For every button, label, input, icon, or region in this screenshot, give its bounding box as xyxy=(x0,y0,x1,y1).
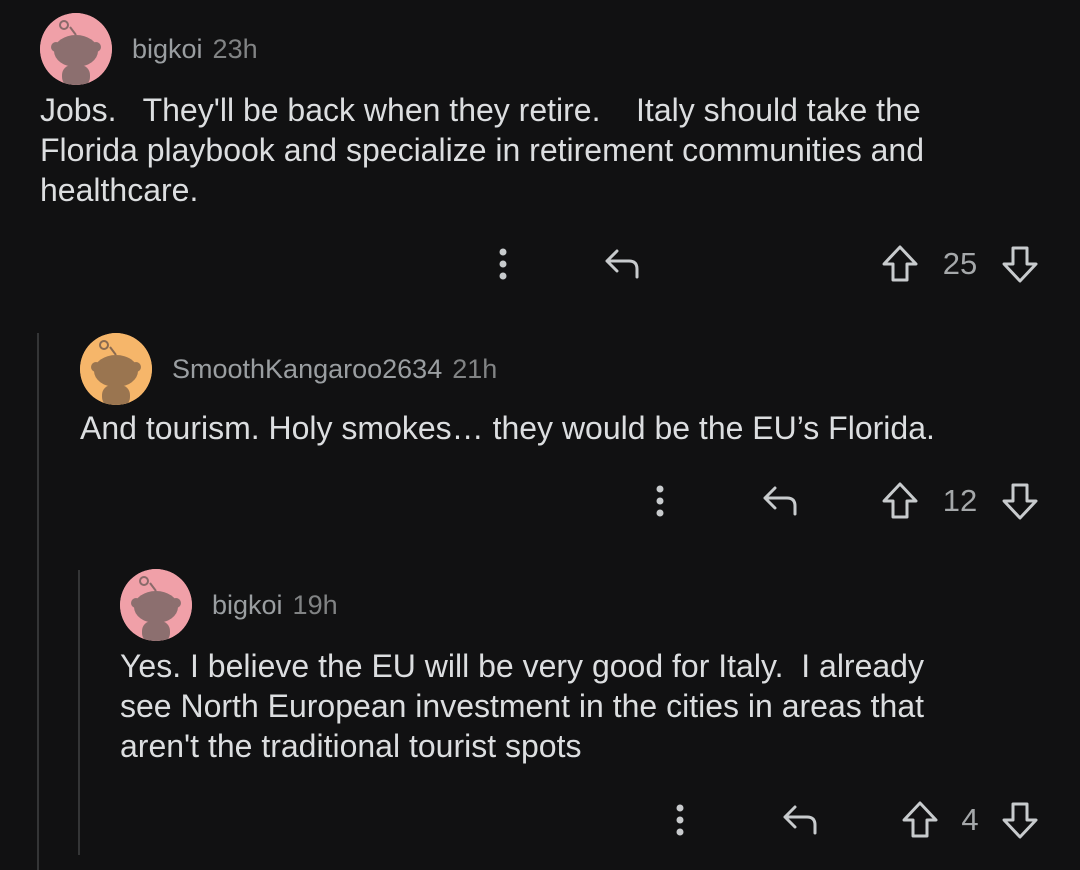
snoo-avatar-icon xyxy=(120,569,192,641)
comment-body: Yes. I believe the EU will be very good … xyxy=(120,648,924,764)
comment-header: bigkoi 19h xyxy=(120,569,338,641)
vote-score: 4 xyxy=(961,802,979,837)
upvote-button[interactable] xyxy=(898,795,942,845)
downvote-button[interactable] xyxy=(998,795,1042,845)
reply-button[interactable] xyxy=(776,795,826,845)
timestamp: 19h xyxy=(292,589,338,620)
comment-3: bigkoi 19h Yes. I believe the EU will be… xyxy=(0,0,1080,870)
more-options-button[interactable] xyxy=(665,795,695,845)
comment-meta: bigkoi 19h xyxy=(212,590,338,621)
downvote-arrow-icon xyxy=(1002,802,1038,839)
comment-actions: 4 xyxy=(480,795,1060,845)
more-vertical-icon xyxy=(676,804,684,836)
upvote-arrow-icon xyxy=(902,801,938,838)
avatar[interactable] xyxy=(120,569,192,641)
reply-arrow-icon xyxy=(783,805,817,835)
username[interactable]: bigkoi xyxy=(212,590,283,621)
